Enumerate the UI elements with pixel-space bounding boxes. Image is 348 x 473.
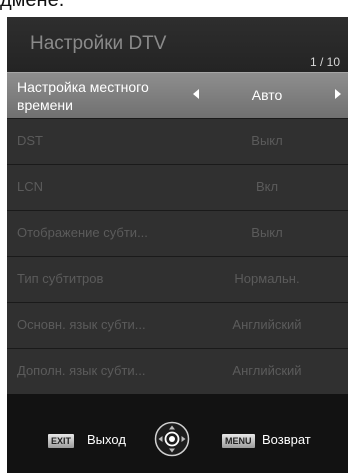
arrow-left-icon[interactable] [193,89,199,99]
exit-hint-label: Выход [87,432,126,447]
cropped-text: дмене. [0,0,65,11]
setting-label: LCN [17,179,44,194]
menu-header: Настройки DTV 1 / 10 [7,17,348,72]
arrow-right-icon[interactable] [335,89,341,99]
setting-row-dst[interactable]: DST Выкл [7,118,348,164]
setting-label: Дополн. язык субти... [17,363,146,378]
setting-row-primary-subtitle-language[interactable]: Основн. язык субти... Английский [7,302,348,348]
setting-row-lcn[interactable]: LCN Вкл [7,164,348,210]
setting-label: DST [17,133,43,148]
setting-row-subtitle-display[interactable]: Отображение субти... Выкл [7,210,348,256]
setting-label: Основн. язык субти... [17,317,146,332]
menu-footer: EXIT Выход MENU Возврат [7,413,348,473]
page-indicator: 1 / 10 [309,55,340,69]
return-hint-label: Возврат [262,432,311,447]
setting-value: Вкл [255,179,279,194]
setting-value: Выкл [251,133,283,148]
top-strip: дмене. [0,0,348,17]
setting-label: Настройка местного времени [17,79,149,113]
setting-label: Тип субтитров [17,271,104,286]
setting-label: Отображение субти... [17,225,148,240]
setting-value: Выкл [251,225,283,240]
exit-key-badge[interactable]: EXIT [48,434,75,448]
menu-title: Настройки DTV [30,33,167,54]
setting-row-local-time[interactable]: Настройка местного времени Авто [7,72,348,118]
setting-value: Английский [232,317,302,332]
menu-key-badge[interactable]: MENU [222,434,255,448]
dpad-icon [154,421,190,457]
dtv-settings-menu: Настройки DTV 1 / 10 Настройка местного … [7,17,348,473]
setting-value: Авто [251,87,283,103]
setting-row-subtitle-type[interactable]: Тип субтитров Нормальн. [7,256,348,302]
setting-value: Английский [232,363,302,378]
setting-row-secondary-subtitle-language[interactable]: Дополн. язык субти... Английский [7,348,348,394]
setting-value: Нормальн. [234,271,300,286]
